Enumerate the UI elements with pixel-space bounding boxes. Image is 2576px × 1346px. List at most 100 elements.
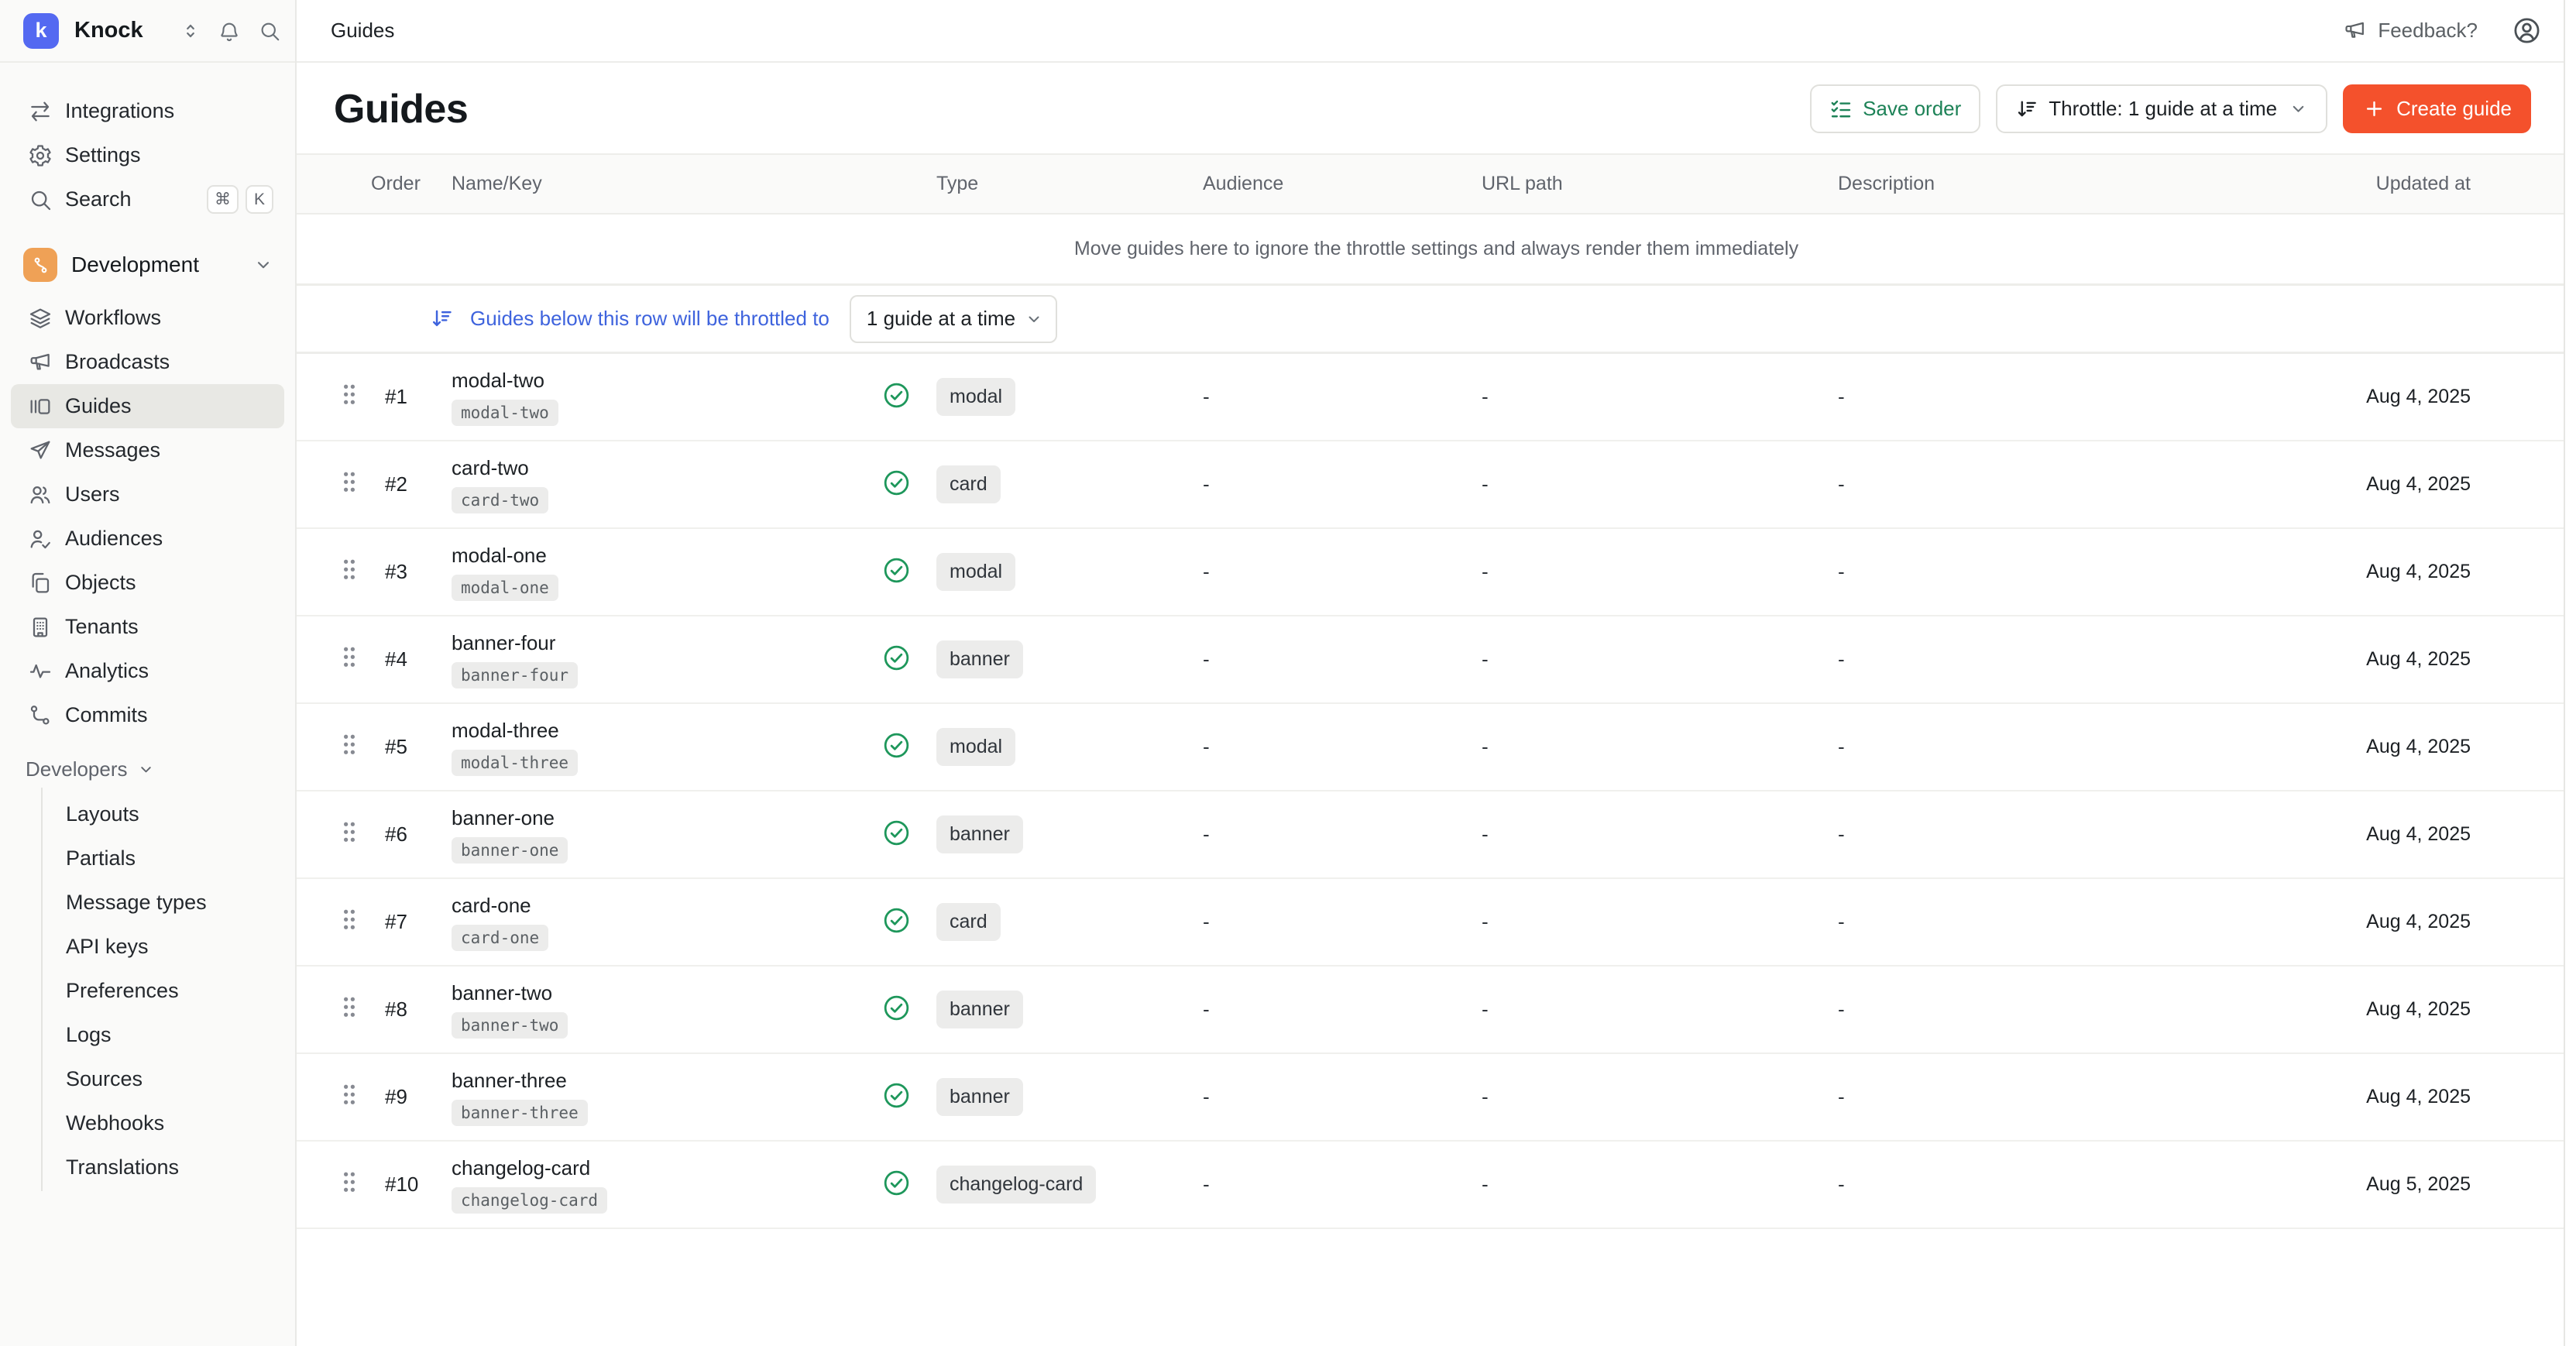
guide-audience: - bbox=[1203, 385, 1482, 409]
create-guide-button[interactable]: Create guide bbox=[2343, 84, 2531, 133]
drag-handle-icon[interactable] bbox=[338, 817, 361, 853]
sidebar-item[interactable]: Broadcasts bbox=[11, 340, 284, 384]
save-order-label: Save order bbox=[1863, 97, 1961, 121]
workspace-switcher[interactable]: k Knock bbox=[0, 0, 295, 63]
guide-row[interactable]: #2 card-two card-two card - - - Aug 4, 2… bbox=[297, 441, 2576, 529]
scrollbar-track[interactable] bbox=[2564, 0, 2576, 1346]
guide-status-cell bbox=[882, 469, 936, 501]
messages-icon bbox=[28, 438, 53, 463]
sidebar-item[interactable]: Guides bbox=[11, 384, 284, 428]
selector-icon[interactable] bbox=[180, 21, 201, 41]
guide-row[interactable]: #9 banner-three banner-three banner - - … bbox=[297, 1054, 2576, 1142]
search-icon[interactable] bbox=[258, 19, 281, 43]
guide-row[interactable]: #7 card-one card-one card - - - Aug 4, 2… bbox=[297, 879, 2576, 967]
sidebar-item-label: Tenants bbox=[65, 615, 139, 639]
sidebar-item[interactable]: Settings bbox=[11, 133, 284, 177]
environment-switcher[interactable]: Development bbox=[11, 240, 284, 290]
kbd-cmd: ⌘ bbox=[207, 185, 239, 214]
check-circle-icon bbox=[882, 556, 911, 585]
throttle-button-label: Throttle: 1 guide at a time bbox=[2049, 97, 2277, 121]
workspace-actions bbox=[180, 19, 281, 43]
breadcrumb[interactable]: Guides bbox=[331, 19, 394, 43]
throttle-dropdown-button[interactable]: Throttle: 1 guide at a time bbox=[1996, 84, 2327, 133]
users-icon bbox=[28, 482, 53, 507]
sidebar-item[interactable]: Commits bbox=[11, 693, 284, 737]
sidebar-top-nav: Integrations Settings Search ⌘ K bbox=[0, 63, 295, 221]
guide-audience: - bbox=[1203, 997, 1482, 1022]
guide-type-badge: banner bbox=[936, 640, 1023, 678]
sidebar-subitem[interactable]: Translations bbox=[43, 1145, 295, 1190]
guide-key-badge: banner-three bbox=[452, 1100, 588, 1126]
sidebar-subitem[interactable]: Message types bbox=[43, 881, 295, 925]
guide-url-path: - bbox=[1482, 822, 1838, 846]
drag-handle-cell bbox=[328, 467, 371, 503]
check-circle-icon bbox=[882, 644, 911, 672]
sidebar-item[interactable]: Tenants bbox=[11, 605, 284, 649]
user-menu-icon[interactable] bbox=[2512, 15, 2542, 46]
guide-name: banner-three bbox=[452, 1069, 567, 1093]
guide-name-cell: modal-three modal-three bbox=[452, 719, 882, 776]
sidebar-item[interactable]: Search ⌘ K bbox=[11, 177, 284, 221]
sidebar-item-label: Messages bbox=[65, 438, 160, 462]
guide-description: - bbox=[1838, 472, 2238, 496]
analytics-icon bbox=[28, 659, 53, 684]
broadcasts-icon bbox=[28, 350, 53, 375]
drag-handle-icon[interactable] bbox=[338, 905, 361, 940]
sidebar-subitem[interactable]: Partials bbox=[43, 836, 295, 881]
drag-handle-icon[interactable] bbox=[338, 1167, 361, 1203]
guide-row[interactable]: #10 changelog-card changelog-card change… bbox=[297, 1142, 2576, 1229]
drag-handle-icon[interactable] bbox=[338, 379, 361, 415]
sidebar-subitem[interactable]: Preferences bbox=[43, 969, 295, 1013]
guide-order: #5 bbox=[371, 735, 452, 759]
guide-audience: - bbox=[1203, 1085, 1482, 1109]
guide-name-cell: modal-two modal-two bbox=[452, 369, 882, 426]
guide-type-cell: modal bbox=[936, 728, 1203, 766]
guide-order: #9 bbox=[371, 1085, 452, 1109]
drag-handle-cell bbox=[328, 1080, 371, 1115]
guide-row[interactable]: #6 banner-one banner-one banner - - - Au… bbox=[297, 791, 2576, 879]
sidebar-item[interactable]: Users bbox=[11, 472, 284, 517]
sidebar-item[interactable]: Objects bbox=[11, 561, 284, 605]
guide-row[interactable]: #3 modal-one modal-one modal - - - Aug 4… bbox=[297, 529, 2576, 616]
guide-row[interactable]: #8 banner-two banner-two banner - - - Au… bbox=[297, 967, 2576, 1054]
guide-name-cell: card-one card-one bbox=[452, 894, 882, 951]
guide-audience: - bbox=[1203, 560, 1482, 584]
guide-order: #8 bbox=[371, 997, 452, 1022]
drag-handle-icon[interactable] bbox=[338, 1080, 361, 1115]
settings-icon bbox=[28, 143, 53, 168]
sidebar-item[interactable]: Integrations bbox=[11, 89, 284, 133]
sidebar-item[interactable]: Workflows bbox=[11, 296, 284, 340]
sidebar-item-label: Guides bbox=[65, 394, 132, 418]
app: k Knock Integrations Settings bbox=[0, 0, 2576, 1346]
throttle-value-dropdown[interactable]: 1 guide at a time bbox=[850, 295, 1057, 343]
guide-type-badge: changelog-card bbox=[936, 1166, 1096, 1204]
topbar-right: Feedback? bbox=[2343, 15, 2542, 46]
sidebar-item[interactable]: Analytics bbox=[11, 649, 284, 693]
drop-zone-text: Move guides here to ignore the throttle … bbox=[1074, 238, 1798, 260]
sidebar-item[interactable]: Audiences bbox=[11, 517, 284, 561]
drag-handle-icon[interactable] bbox=[338, 642, 361, 678]
guide-row[interactable]: #4 banner-four banner-four banner - - - … bbox=[297, 616, 2576, 704]
save-order-button[interactable]: Save order bbox=[1810, 84, 1980, 133]
sidebar-subitem[interactable]: Webhooks bbox=[43, 1101, 295, 1145]
developers-section-header[interactable]: Developers bbox=[0, 757, 295, 781]
guide-key-badge: card-one bbox=[452, 925, 548, 951]
unthrottled-drop-zone[interactable]: Move guides here to ignore the throttle … bbox=[297, 215, 2576, 283]
sidebar-subitem[interactable]: Layouts bbox=[43, 792, 295, 836]
drag-handle-icon[interactable] bbox=[338, 992, 361, 1028]
bell-icon[interactable] bbox=[218, 19, 241, 43]
sidebar-item[interactable]: Messages bbox=[11, 428, 284, 472]
sidebar-subitem[interactable]: API keys bbox=[43, 925, 295, 969]
drag-handle-icon[interactable] bbox=[338, 730, 361, 765]
drag-handle-icon[interactable] bbox=[338, 467, 361, 503]
guide-row[interactable]: #1 modal-two modal-two modal - - - Aug 4… bbox=[297, 354, 2576, 441]
sidebar-subitem[interactable]: Sources bbox=[43, 1057, 295, 1101]
feedback-button[interactable]: Feedback? bbox=[2343, 19, 2478, 43]
guide-key-badge: banner-two bbox=[452, 1012, 568, 1039]
sidebar-subitem[interactable]: Logs bbox=[43, 1013, 295, 1057]
sidebar-item-label: Search bbox=[65, 187, 132, 211]
drag-handle-icon[interactable] bbox=[338, 555, 361, 590]
guide-row[interactable]: #5 modal-three modal-three modal - - - A… bbox=[297, 704, 2576, 791]
guide-updated-at: Aug 4, 2025 bbox=[2238, 386, 2471, 408]
sidebar-item-label: Objects bbox=[65, 571, 136, 595]
